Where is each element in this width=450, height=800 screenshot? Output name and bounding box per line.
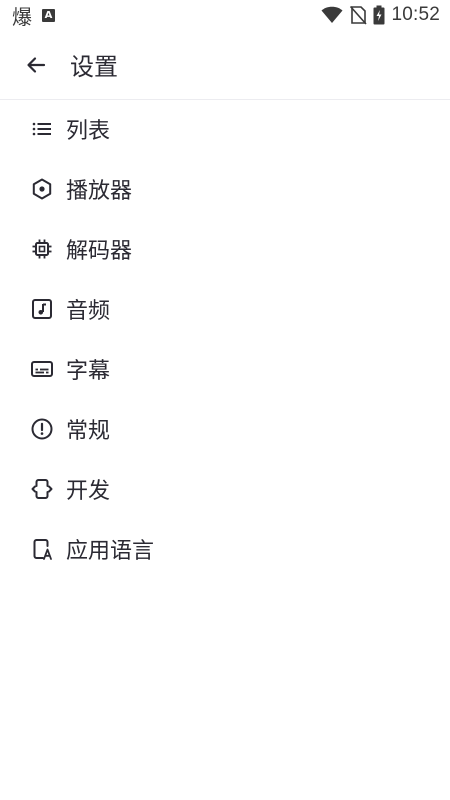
hexagon-dot-icon bbox=[30, 177, 54, 201]
settings-item-list[interactable]: 列表 bbox=[0, 99, 450, 159]
settings-item-developer[interactable]: 开发 bbox=[0, 459, 450, 519]
settings-item-decoder[interactable]: 解码器 bbox=[0, 219, 450, 279]
list-icon bbox=[30, 117, 54, 141]
battery-charging-icon bbox=[373, 5, 385, 25]
no-sim-icon bbox=[350, 5, 368, 25]
settings-item-general[interactable]: 常规 bbox=[0, 399, 450, 459]
arrow-back-icon bbox=[27, 56, 46, 73]
settings-list: 列表 播放器 解码器 音频 字幕 常规 开发 应用语言 bbox=[0, 99, 450, 579]
music-note-icon bbox=[30, 297, 54, 321]
settings-item-app-language[interactable]: 应用语言 bbox=[0, 519, 450, 579]
chip-icon bbox=[30, 237, 54, 261]
page-title: 设置 bbox=[70, 53, 118, 81]
settings-item-label: 音频 bbox=[66, 299, 111, 324]
settings-item-label: 解码器 bbox=[66, 239, 133, 264]
wifi-icon bbox=[321, 6, 343, 24]
notification-glyph: 爆 bbox=[12, 4, 32, 29]
app-language-icon bbox=[30, 537, 54, 561]
settings-item-label: 应用语言 bbox=[66, 539, 155, 564]
settings-item-label: 播放器 bbox=[66, 179, 133, 204]
status-time: 10:52 bbox=[391, 4, 440, 25]
info-circle-icon bbox=[30, 417, 54, 441]
settings-item-subtitles[interactable]: 字幕 bbox=[0, 339, 450, 399]
settings-item-player[interactable]: 播放器 bbox=[0, 159, 450, 219]
notification-badge: A bbox=[42, 8, 55, 22]
developer-mode-icon bbox=[30, 477, 54, 501]
status-right: 10:52 bbox=[321, 4, 450, 26]
settings-item-label: 字幕 bbox=[66, 359, 111, 384]
settings-item-label: 列表 bbox=[66, 119, 111, 144]
status-bar: 爆 A 10:52 bbox=[0, 0, 450, 30]
settings-item-label: 开发 bbox=[66, 479, 111, 504]
app-bar: 设置 bbox=[0, 30, 450, 100]
status-left: 爆 A bbox=[0, 1, 55, 30]
back-button[interactable] bbox=[12, 41, 60, 89]
subtitles-icon bbox=[30, 357, 54, 381]
settings-item-audio[interactable]: 音频 bbox=[0, 279, 450, 339]
settings-item-label: 常规 bbox=[66, 419, 111, 444]
